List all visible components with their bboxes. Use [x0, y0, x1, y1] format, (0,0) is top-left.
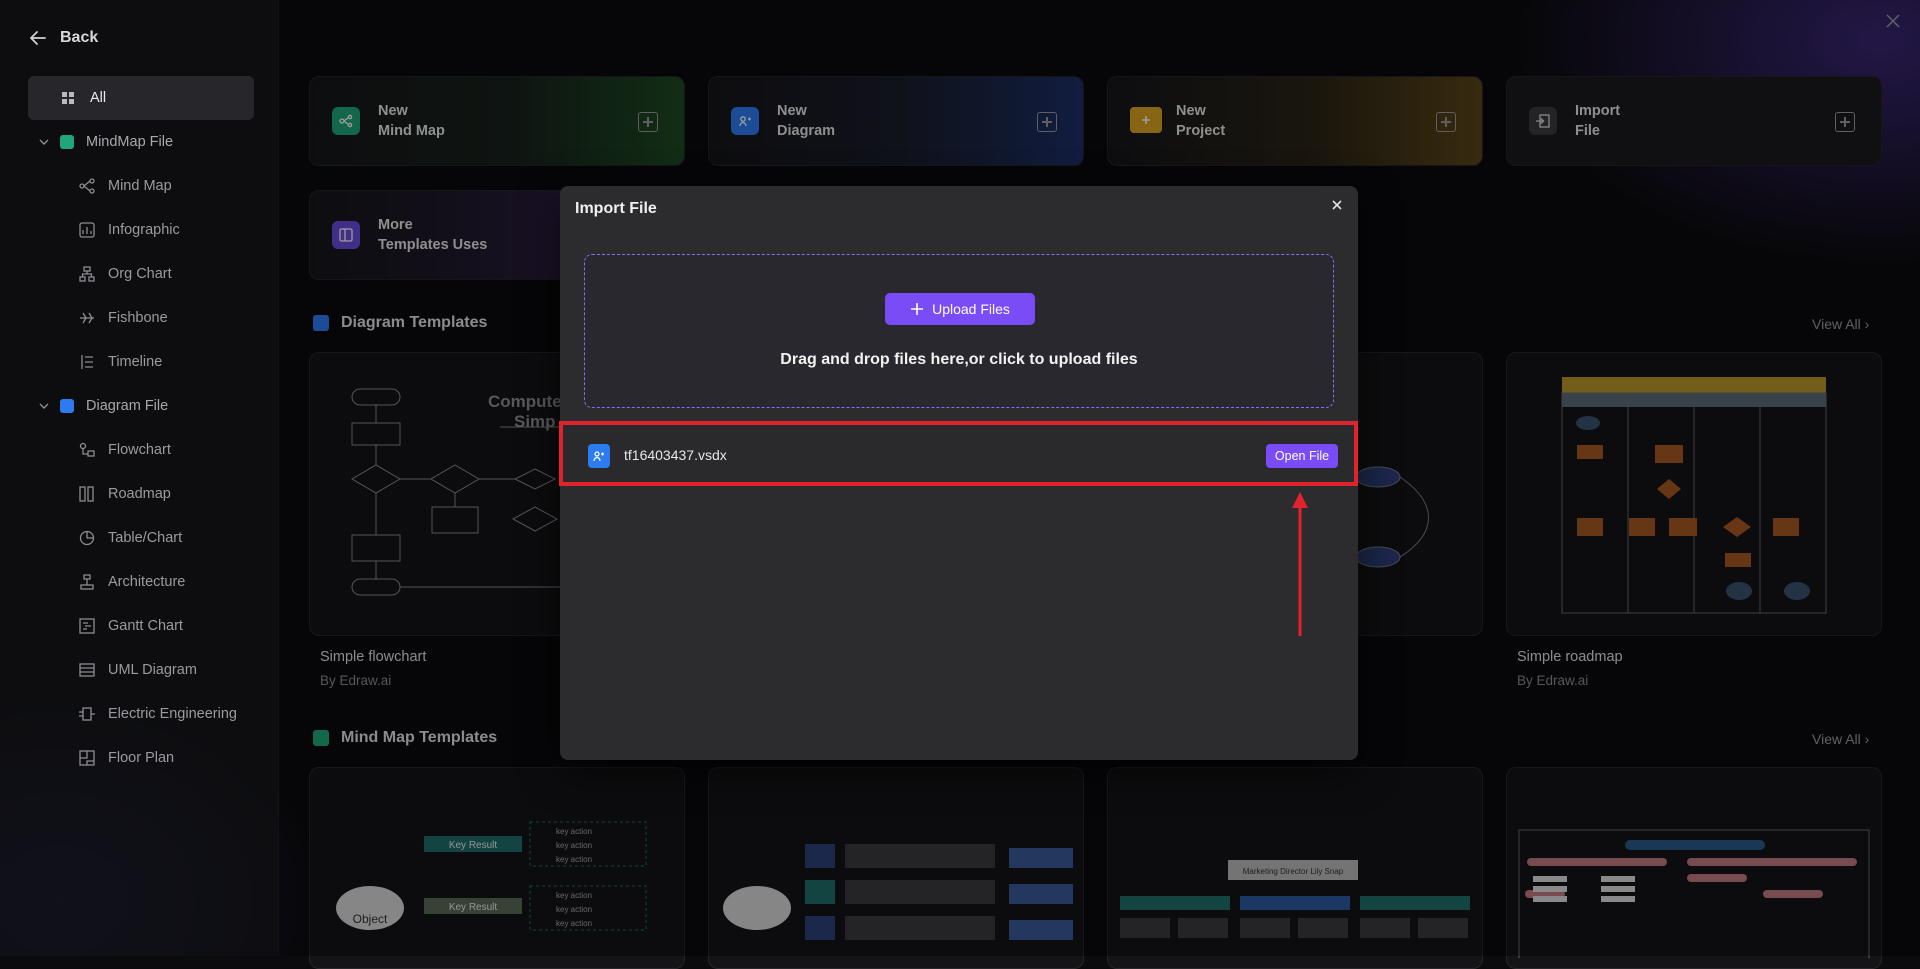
file-dropzone[interactable]: Upload Files Drag and drop files here,or…: [584, 254, 1334, 408]
sidebar-item-roadmap[interactable]: Roadmap: [28, 472, 254, 516]
mindmap-file-icon: [60, 135, 74, 149]
dialog-title: Import File: [575, 200, 657, 217]
sidebar-group-label: Diagram File: [86, 398, 169, 414]
orgchart-icon: [79, 266, 95, 282]
sidebar-item-label: Infographic: [108, 222, 180, 238]
chevron-down-icon: [39, 403, 49, 409]
back-button[interactable]: Back: [28, 28, 98, 48]
sidebar-item-fishbone[interactable]: Fishbone: [28, 296, 254, 340]
sidebar-item-label: Architecture: [108, 574, 186, 590]
fishbone-icon: [80, 312, 94, 324]
mindmap-icon: [79, 178, 95, 194]
sidebar-item-table-chart[interactable]: Table/Chart: [28, 516, 254, 560]
uml-icon: [79, 663, 95, 677]
table-chart-icon: [79, 530, 95, 546]
sidebar-item-label: Fishbone: [108, 310, 168, 326]
dropzone-instructions: Drag and drop files here,or click to upl…: [780, 351, 1138, 368]
sidebar-item-electric-engineering[interactable]: Electric Engineering: [28, 692, 254, 736]
diagram-file-icon: [60, 399, 74, 413]
sidebar-item-floor-plan[interactable]: Floor Plan: [28, 736, 254, 780]
sidebar-item-label: Table/Chart: [108, 530, 183, 546]
sidebar-item-flowchart[interactable]: Flowchart: [28, 428, 254, 472]
sidebar-item-label: Mind Map: [108, 178, 172, 194]
back-label: Back: [60, 29, 99, 46]
sidebar-item-all[interactable]: All: [28, 76, 254, 120]
sidebar-item-label: UML Diagram: [108, 662, 197, 678]
sidebar-item-uml-diagram[interactable]: UML Diagram: [28, 648, 254, 692]
sidebar-item-label: Timeline: [108, 354, 163, 370]
highlight-box: [559, 421, 1358, 486]
close-icon[interactable]: [1330, 198, 1344, 212]
floorplan-icon: [79, 750, 95, 766]
infographic-icon: [79, 222, 95, 238]
upload-files-button[interactable]: Upload Files: [885, 293, 1035, 325]
sidebar-item-label: Org Chart: [108, 266, 172, 282]
sidebar-nav: All MindMap File Mind Map Infographic Or…: [28, 76, 254, 780]
plus-icon: [911, 303, 924, 315]
electric-icon: [79, 707, 95, 721]
timeline-icon: [81, 355, 93, 369]
gantt-icon: [79, 618, 95, 634]
arrow-up-icon: [1292, 492, 1308, 636]
sidebar-group-label: MindMap File: [86, 134, 174, 150]
sidebar-item-label: Electric Engineering: [108, 706, 237, 722]
sidebar-item-org-chart[interactable]: Org Chart: [28, 252, 254, 296]
sidebar-item-label: Flowchart: [108, 442, 171, 458]
sidebar-group-mindmap[interactable]: MindMap File: [28, 120, 254, 164]
chevron-down-icon: [39, 139, 49, 145]
sidebar-item-label: Gantt Chart: [108, 618, 183, 634]
sidebar-item-mind-map[interactable]: Mind Map: [28, 164, 254, 208]
architecture-icon: [80, 574, 94, 590]
sidebar-item-timeline[interactable]: Timeline: [28, 340, 254, 384]
upload-button-label: Upload Files: [932, 301, 1010, 317]
sidebar-group-diagram[interactable]: Diagram File: [28, 384, 254, 428]
flowchart-icon: [79, 442, 95, 457]
sidebar-item-label: Floor Plan: [108, 750, 175, 766]
sidebar: Back All MindMap File Mind Map Infograph…: [0, 0, 279, 956]
sidebar-item-label: Roadmap: [108, 486, 171, 502]
grid-icon: [62, 92, 74, 104]
sidebar-item-infographic[interactable]: Infographic: [28, 208, 254, 252]
arrow-left-icon: [30, 31, 46, 45]
sidebar-item-architecture[interactable]: Architecture: [28, 560, 254, 604]
roadmap-icon: [79, 486, 94, 502]
sidebar-item-gantt-chart[interactable]: Gantt Chart: [28, 604, 254, 648]
